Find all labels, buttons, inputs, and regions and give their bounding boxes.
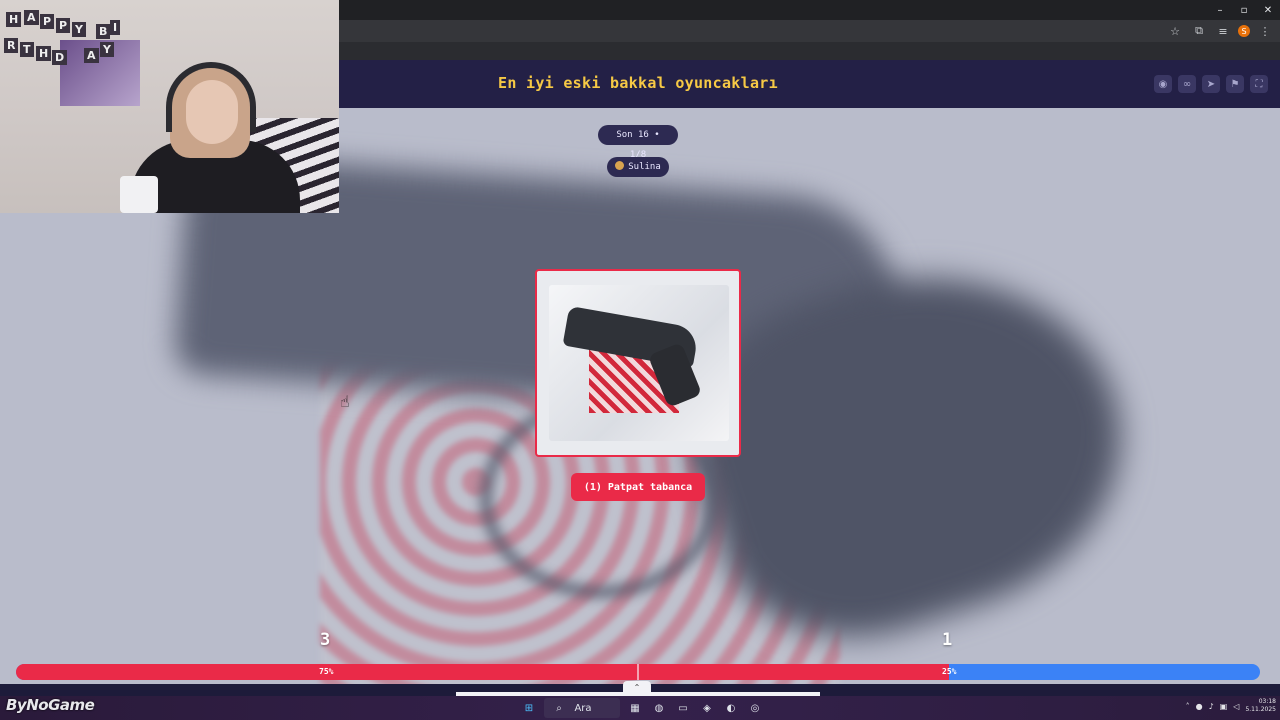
webcam-microphone — [120, 176, 158, 213]
close-button[interactable]: ✕ — [1256, 0, 1280, 20]
taskbar-apps: ⊞ ⌕ Ara ▦ ◍ ▭ ◈ ◐ ◎ — [520, 698, 764, 718]
send-icon[interactable]: ➤ — [1202, 75, 1220, 93]
eye-icon[interactable]: ◉ — [1154, 75, 1172, 93]
star-icon[interactable]: ☆ — [1166, 22, 1184, 40]
choice-image-card[interactable] — [535, 269, 741, 457]
search-icon: ⌕ — [556, 702, 562, 714]
banner-letter: A — [24, 10, 39, 25]
minimize-button[interactable]: – — [1208, 0, 1232, 20]
app-tray-icon[interactable]: ● — [1196, 702, 1203, 711]
user-name: Sulina — [628, 162, 661, 172]
webcam-overlay: HAPPYBIRTHDAY — [0, 0, 339, 213]
screen: – ▫ ✕ ☆ ⧉ ≡ S ⋮ En iyi eski bakkal oyunc… — [0, 0, 1280, 720]
extensions-icon[interactable]: ⧉ — [1190, 22, 1208, 40]
banner-letter: A — [84, 48, 99, 63]
avatar — [615, 161, 625, 170]
cast-icon[interactable]: ≡ — [1214, 22, 1232, 40]
banner-letter: Y — [100, 42, 114, 57]
vote-progress-bar — [16, 664, 1260, 680]
clock[interactable]: 03:18 5.11.2025 — [1245, 698, 1276, 714]
banner-letter: H — [36, 46, 52, 61]
webcam-headset — [166, 62, 256, 132]
mouse-cursor-icon: ☝ — [340, 392, 350, 411]
mic-icon[interactable]: ♪ — [1209, 702, 1214, 711]
link-icon[interactable]: ∞ — [1178, 75, 1196, 93]
obs-icon[interactable]: ◎ — [746, 698, 764, 718]
folder-icon[interactable]: ▭ — [674, 698, 692, 718]
browser-toolbar-icons: ☆ ⧉ ≡ S ⋮ — [1166, 22, 1274, 40]
banner-letter: Y — [72, 22, 86, 37]
chevron-up-icon[interactable]: ˄ — [1186, 702, 1190, 711]
profile-icon[interactable]: S — [1238, 25, 1250, 37]
clock-time: 03:18 — [1258, 698, 1276, 705]
chrome-icon[interactable]: ◍ — [650, 698, 668, 718]
app-icon[interactable]: ◈ — [698, 698, 716, 718]
volume-icon[interactable]: ◁ — [1233, 702, 1239, 711]
fullscreen-icon[interactable]: ⛶ — [1250, 75, 1268, 93]
round-badge: Son 16 • 1/8 — [598, 125, 678, 160]
banner-letter: H — [6, 12, 22, 27]
vote-progress-fill — [16, 664, 949, 680]
window-controls: – ▫ ✕ — [1208, 0, 1280, 20]
choice-button[interactable]: (1) Patpat tabanca — [571, 473, 705, 501]
user-badge: Sulina — [607, 157, 669, 177]
taskbar-search-label: Ara — [574, 702, 592, 714]
banner-letter: D — [52, 50, 68, 65]
webcam-birthday-banner: HAPPYBIRTHDAY — [0, 8, 150, 65]
widgets-icon[interactable]: ▦ — [626, 698, 644, 718]
network-icon[interactable]: ▣ — [1220, 702, 1228, 711]
left-percent: 75% — [319, 667, 334, 676]
vote-progress-midline — [637, 664, 639, 680]
right-percent: 25% — [942, 667, 957, 676]
banner-letter: T — [20, 42, 34, 57]
watermark-logo: ByNoGame — [6, 696, 95, 714]
windows-start-icon[interactable]: ⊞ — [520, 698, 538, 718]
clock-date: 5.11.2025 — [1245, 706, 1276, 713]
chevron-up-icon[interactable]: ⌃ — [623, 681, 651, 695]
taskbar-search[interactable]: ⌕ Ara — [544, 698, 620, 718]
restore-button[interactable]: ▫ — [1232, 0, 1256, 20]
banner-letter: B — [96, 24, 111, 39]
left-vote-count: 3 — [320, 630, 331, 650]
banner-letter: R — [4, 38, 19, 53]
discord-icon[interactable]: ◐ — [722, 698, 740, 718]
banner-letter: P — [40, 14, 55, 29]
header-actions: ◉ ∞ ➤ ⚑ ⛶ — [1154, 75, 1268, 93]
system-tray: ˄ ● ♪ ▣ ◁ 03:18 5.11.2025 — [1186, 698, 1276, 714]
flag-icon[interactable]: ⚑ — [1226, 75, 1244, 93]
right-vote-count: 1 — [942, 630, 953, 650]
menu-icon[interactable]: ⋮ — [1256, 22, 1274, 40]
banner-letter: I — [110, 20, 121, 35]
banner-letter: P — [56, 18, 71, 33]
